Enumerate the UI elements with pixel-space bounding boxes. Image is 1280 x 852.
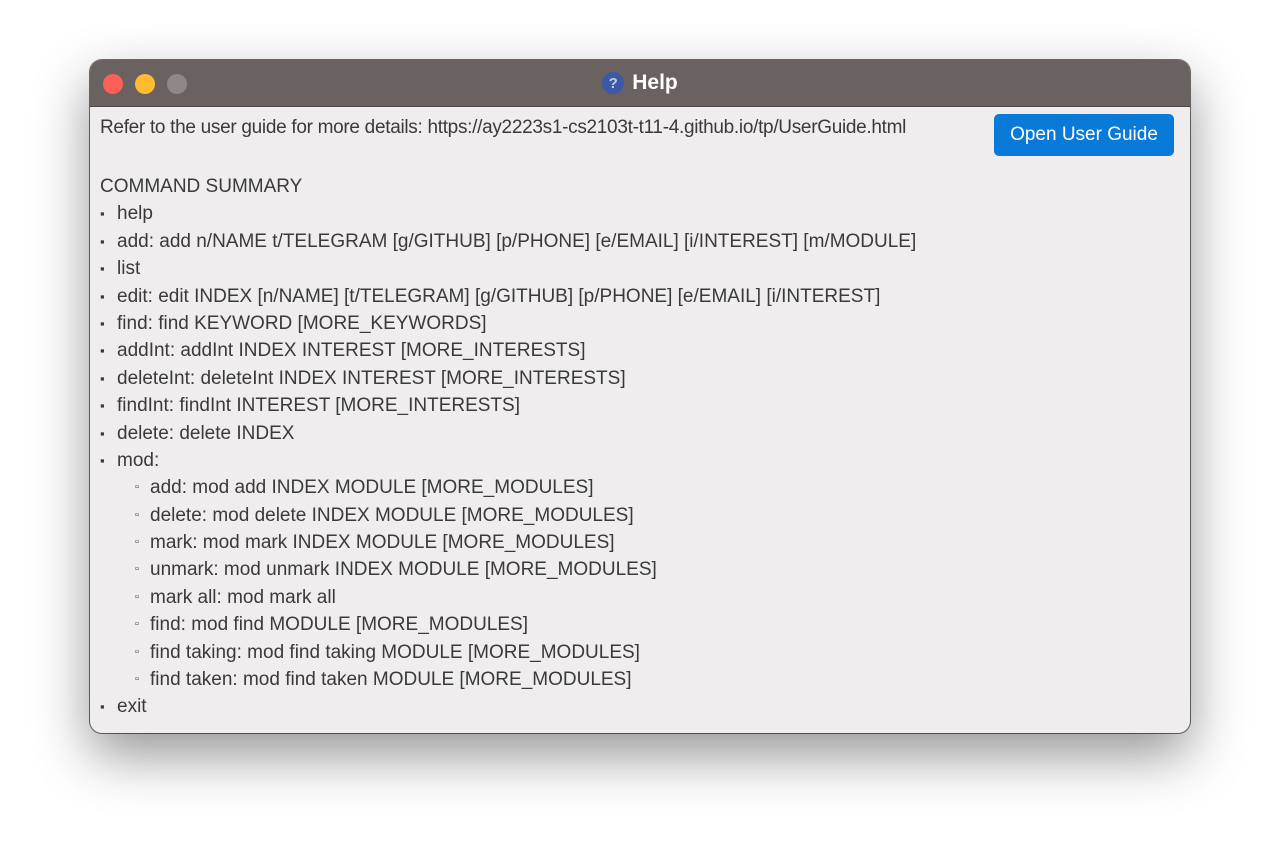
- command-item: ▪ mod:: [100, 447, 916, 474]
- mod-subcommand-text: find taken: mod find taken MODULE [MORE_…: [150, 669, 632, 691]
- command-text: edit: edit INDEX [n/NAME] [t/TELEGRAM] […: [117, 285, 881, 307]
- mod-subcommand-item: ▫ find: mod find MODULE [MORE_MODULES]: [100, 611, 916, 638]
- sub-bullet-icon: ▫: [135, 618, 139, 631]
- bullet-icon: ▪: [100, 452, 105, 468]
- sub-bullet-icon: ▫: [135, 673, 139, 686]
- bullet-icon: ▪: [100, 288, 105, 304]
- bullet-icon: ▪: [100, 425, 105, 441]
- bullet-icon: ▪: [100, 261, 105, 277]
- bullet-icon: ▪: [100, 370, 105, 386]
- mod-subcommand-text: add: mod add INDEX MODULE [MORE_MODULES]: [150, 477, 594, 499]
- bullet-icon: ▪: [100, 343, 105, 359]
- window-title: Help: [632, 71, 678, 94]
- mod-subcommand-text: delete: mod delete INDEX MODULE [MORE_MO…: [150, 504, 634, 526]
- command-text: find: find KEYWORD [MORE_KEYWORDS]: [117, 312, 487, 334]
- sub-bullet-icon: ▫: [135, 645, 139, 658]
- bullet-icon: ▪: [100, 206, 105, 222]
- command-item: ▪ find: find KEYWORD [MORE_KEYWORDS]: [100, 310, 916, 337]
- user-guide-message: Refer to the user guide for more details…: [100, 117, 907, 138]
- command-text: addInt: addInt INDEX INTEREST [MORE_INTE…: [117, 340, 586, 362]
- mod-subcommand-item: ▫ add: mod add INDEX MODULE [MORE_MODULES…: [100, 474, 916, 501]
- help-window: ? Help Refer to the user guide for more …: [90, 60, 1190, 733]
- command-item: ▪ list: [100, 255, 916, 282]
- sub-bullet-icon: ▫: [135, 536, 139, 549]
- command-item: ▪ edit: edit INDEX [n/NAME] [t/TELEGRAM] …: [100, 283, 916, 310]
- mod-subcommand-text: find: mod find MODULE [MORE_MODULES]: [150, 614, 528, 636]
- command-text: mod:: [117, 449, 160, 471]
- mod-subcommand-text: find taking: mod find taking MODULE [MOR…: [150, 641, 640, 663]
- mod-subcommand-text: mark: mod mark INDEX MODULE [MORE_MODULE…: [150, 532, 615, 554]
- command-summary-heading: COMMAND SUMMARY: [100, 176, 303, 197]
- command-list: ▪ help ▪ add: add n/NAME t/TELEGRAM [g/GITH…: [100, 200, 916, 720]
- sub-bullet-icon: ▫: [135, 508, 139, 521]
- command-text: help: [117, 203, 153, 225]
- command-text: list: [117, 258, 141, 280]
- command-text: deleteInt: deleteInt INDEX INTEREST [MOR…: [117, 367, 626, 389]
- bullet-icon: ▪: [100, 699, 105, 715]
- mod-subcommand-item: ▫ find taken: mod find taken MODULE [MORE…: [100, 666, 916, 693]
- command-item: ▪ exit: [100, 693, 916, 720]
- sub-bullet-icon: ▫: [135, 590, 139, 603]
- mod-subcommand-item: ▫ find taking: mod find taking MODULE [MO…: [100, 639, 916, 666]
- command-summary: COMMAND SUMMARY ▪ help ▪ add: add n/NAME t/…: [100, 173, 916, 721]
- command-text: add: add n/NAME t/TELEGRAM [g/GITHUB] [p…: [117, 230, 917, 252]
- mod-subcommand-text: mark all: mod mark all: [150, 586, 336, 608]
- bullet-icon: ▪: [100, 398, 105, 414]
- mod-subcommand-item: ▫ unmark: mod unmark INDEX MODULE [MORE_M…: [100, 556, 916, 583]
- question-mark-icon: ?: [602, 72, 625, 94]
- command-item: ▪ findInt: findInt INTEREST [MORE_INTERES…: [100, 392, 916, 419]
- sub-bullet-icon: ▫: [135, 563, 139, 576]
- window-title-group: ? Help: [90, 60, 1190, 106]
- mod-subcommand-text: unmark: mod unmark INDEX MODULE [MORE_MO…: [150, 559, 657, 581]
- command-item: ▪ delete: delete INDEX: [100, 420, 916, 447]
- help-content: Refer to the user guide for more details…: [90, 107, 1190, 733]
- command-text: delete: delete INDEX: [117, 422, 295, 444]
- mod-subcommand-item: ▫ delete: mod delete INDEX MODULE [MORE_M…: [100, 502, 916, 529]
- bullet-icon: ▪: [100, 233, 105, 249]
- command-item: ▪ help: [100, 200, 916, 227]
- sub-bullet-icon: ▫: [135, 481, 139, 494]
- title-bar[interactable]: ? Help: [90, 60, 1190, 107]
- mod-subcommand-item: ▫ mark: mod mark INDEX MODULE [MORE_MODUL…: [100, 529, 916, 556]
- command-text: exit: [117, 696, 147, 718]
- open-user-guide-button[interactable]: Open User Guide: [994, 114, 1174, 156]
- mod-subcommand-item: ▫ mark all: mod mark all: [100, 584, 916, 611]
- command-text: findInt: findInt INTEREST [MORE_INTEREST…: [117, 395, 520, 417]
- command-item: ▪ addInt: addInt INDEX INTEREST [MORE_INT…: [100, 337, 916, 364]
- command-item: ▪ deleteInt: deleteInt INDEX INTEREST [MO…: [100, 365, 916, 392]
- bullet-icon: ▪: [100, 315, 105, 331]
- command-item: ▪ add: add n/NAME t/TELEGRAM [g/GITHUB] […: [100, 228, 916, 255]
